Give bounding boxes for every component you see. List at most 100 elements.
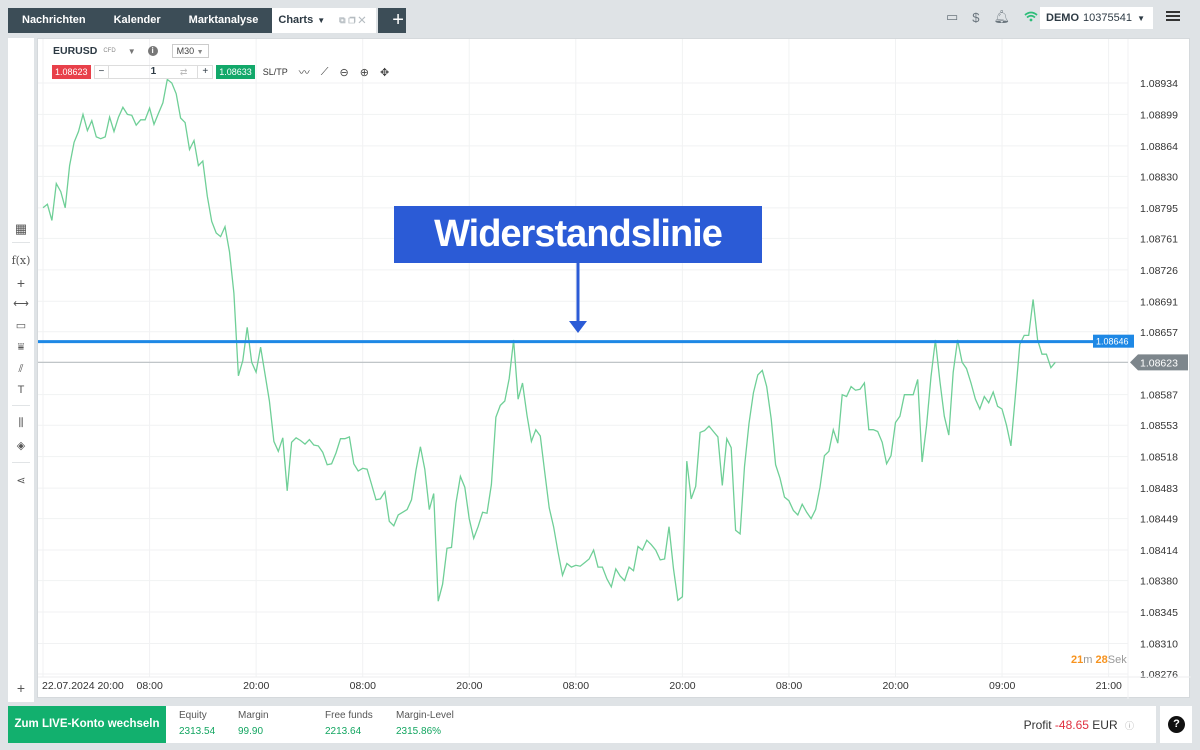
symbol-label[interactable]: EURUSD xyxy=(53,45,97,57)
account-selector[interactable]: DEMO 10375541 ▼ xyxy=(1040,7,1153,29)
line-tool-icon[interactable]: ⟷ xyxy=(8,297,34,310)
y-tick-label: 1.08657 xyxy=(1140,327,1178,339)
tab-kalender[interactable]: Kalender xyxy=(99,8,175,33)
y-tick-label: 1.08934 xyxy=(1140,78,1178,90)
annotation-arrow-head xyxy=(569,321,587,333)
share-icon[interactable]: ⋖ xyxy=(8,474,34,487)
resistance-price-label: 1.08646 xyxy=(1096,337,1129,347)
quantity-input[interactable]: 1 ⇄ xyxy=(108,66,199,78)
move-icon[interactable]: ✥ xyxy=(380,66,389,79)
x-tick-label: 20:00 xyxy=(669,680,695,692)
quantity-value: 1 xyxy=(150,66,157,77)
countdown-seconds: 28 xyxy=(1095,654,1108,666)
rectangle-tool-icon[interactable]: ▭ xyxy=(8,319,34,332)
trade-toolbar: 1.08623 − 1 ⇄ + 1.08633 SL/TP 〰 ⟋ ⊖ ⊕ ✥ xyxy=(52,64,389,80)
x-tick-label: 21:00 xyxy=(1096,680,1122,692)
wifi-icon xyxy=(1024,10,1038,25)
tab-bar: Nachrichten Kalender Marktanalyse Charts… xyxy=(8,8,407,33)
stat-equity: Equity 2313.54 xyxy=(179,710,215,737)
price-chart[interactable]: 1.08934 1.08899 1.08864 1.08830 1.08795 1.087… xyxy=(38,39,1191,699)
add-tab-button[interactable]: + xyxy=(378,8,407,33)
currency-signal-icon[interactable]: $ xyxy=(972,10,979,25)
buy-button[interactable]: 1.08633 xyxy=(216,65,255,79)
chevron-down-icon: ▼ xyxy=(1137,13,1145,23)
decrease-button[interactable]: − xyxy=(95,66,109,78)
switch-to-live-button[interactable]: Zum LIVE-Konto wechseln xyxy=(8,706,166,743)
caret-down-icon[interactable]: ▼ xyxy=(317,8,325,33)
layout-icon[interactable]: ▭ xyxy=(946,9,958,25)
restore-icon[interactable]: ❐ xyxy=(349,15,359,25)
x-tick-label: 08:00 xyxy=(563,680,589,692)
zoom-out-icon[interactable]: ⊖ xyxy=(340,66,349,79)
y-tick-label: 1.08414 xyxy=(1140,545,1178,557)
annotation-label: Widerstandslinie xyxy=(394,206,762,263)
y-tick-label: 1.08899 xyxy=(1140,109,1178,121)
info-icon[interactable]: ⓘ xyxy=(1125,721,1134,731)
function-icon[interactable]: f(x) xyxy=(8,254,34,267)
chart-type-icon[interactable]: ⟋ xyxy=(321,66,329,79)
stat-value: 2315.86% xyxy=(396,726,442,737)
y-tick-label: 1.08449 xyxy=(1140,514,1178,526)
y-tick-label: 1.08345 xyxy=(1140,607,1178,619)
sell-button[interactable]: 1.08623 xyxy=(52,65,91,79)
help-button[interactable]: ? xyxy=(1168,716,1185,733)
x-tick-label: 20:00 xyxy=(456,680,482,692)
stat-margin: Margin 99.90 xyxy=(238,710,269,737)
tab-marktanalyse[interactable]: Marktanalyse xyxy=(174,8,273,33)
swap-icon[interactable]: ⇄ xyxy=(176,66,192,78)
info-icon[interactable]: i xyxy=(147,46,158,56)
x-tick-label: 08:00 xyxy=(776,680,802,692)
quantity-stepper: − 1 ⇄ + xyxy=(93,65,214,79)
y-tick-label: 1.08310 xyxy=(1140,638,1178,650)
symbol-tag: CFD xyxy=(103,48,116,54)
tab-charts[interactable]: Charts ▼ ⧉❐✕ xyxy=(272,8,377,33)
tab-charts-label: Charts xyxy=(278,14,314,26)
x-tick-label: 20:00 xyxy=(882,680,908,692)
countdown-min-unit: m xyxy=(1083,654,1093,666)
stat-label: Equity xyxy=(179,710,207,721)
layers-icon[interactable]: ◈ xyxy=(8,439,34,452)
y-tick-label: 1.08864 xyxy=(1140,141,1178,153)
hamburger-menu-icon[interactable] xyxy=(1166,11,1180,21)
x-tick-label: 08:00 xyxy=(350,680,376,692)
stat-value: 2213.64 xyxy=(325,726,362,737)
y-tick-label: 1.08726 xyxy=(1140,265,1178,277)
y-tick-label: 1.08483 xyxy=(1140,483,1178,495)
account-number: 10375541 xyxy=(1083,12,1132,24)
line-chart-icon[interactable]: 〰 xyxy=(299,64,310,80)
candle-countdown: 21m 28Sek xyxy=(1071,654,1127,666)
x-tick-label: 09:00 xyxy=(989,680,1015,692)
pitchfork-icon[interactable]: ⫽ xyxy=(8,363,34,376)
tab-nachrichten[interactable]: Nachrichten xyxy=(8,8,100,33)
indicators-icon[interactable]: ⫼ xyxy=(8,417,34,430)
close-icon[interactable]: ✕ xyxy=(358,15,368,25)
account-mode: DEMO xyxy=(1046,12,1079,24)
symbol-dropdown-icon[interactable]: ▼ xyxy=(128,47,136,56)
profit-display: Profit -48.65 EUR ⓘ xyxy=(1024,718,1134,732)
countdown-minutes: 21 xyxy=(1071,654,1084,666)
y-tick-label: 1.08691 xyxy=(1140,296,1178,308)
timeframe-select[interactable]: M30 ▼ xyxy=(171,44,209,58)
y-tick-label: 1.08830 xyxy=(1140,171,1178,183)
zoom-in-icon[interactable]: ⊕ xyxy=(360,66,369,79)
increase-button[interactable]: + xyxy=(198,66,212,78)
stat-label: Margin-Level xyxy=(396,710,454,721)
y-tick-label: 1.08518 xyxy=(1140,452,1178,464)
profit-currency: EUR xyxy=(1092,718,1118,732)
bell-icon[interactable]: 🔔︎ xyxy=(993,9,1010,25)
chart-toolbar-top: EURUSD CFD ▼ i M30 ▼ xyxy=(53,44,209,58)
chart-area[interactable]: 1.08934 1.08899 1.08864 1.08830 1.08795 1.087… xyxy=(37,38,1191,699)
stat-free-funds: Free funds 2213.64 xyxy=(325,710,373,737)
fibonacci-icon[interactable]: ⩸ xyxy=(8,341,34,354)
crosshair-icon[interactable]: + xyxy=(8,275,34,291)
y-tick-label: 1.08587 xyxy=(1140,390,1178,402)
text-tool-icon[interactable]: T xyxy=(8,384,34,396)
stat-label: Margin xyxy=(238,710,269,721)
y-tick-label: 1.08553 xyxy=(1140,420,1178,432)
layout-grid-icon[interactable]: ▦ xyxy=(8,221,34,237)
x-tick-label: 08:00 xyxy=(137,680,163,692)
sltp-button[interactable]: SL/TP xyxy=(263,67,288,77)
stat-value: 2313.54 xyxy=(179,726,216,737)
popout-icon[interactable]: ⧉ xyxy=(339,15,348,25)
add-panel-button[interactable]: + xyxy=(8,676,34,700)
